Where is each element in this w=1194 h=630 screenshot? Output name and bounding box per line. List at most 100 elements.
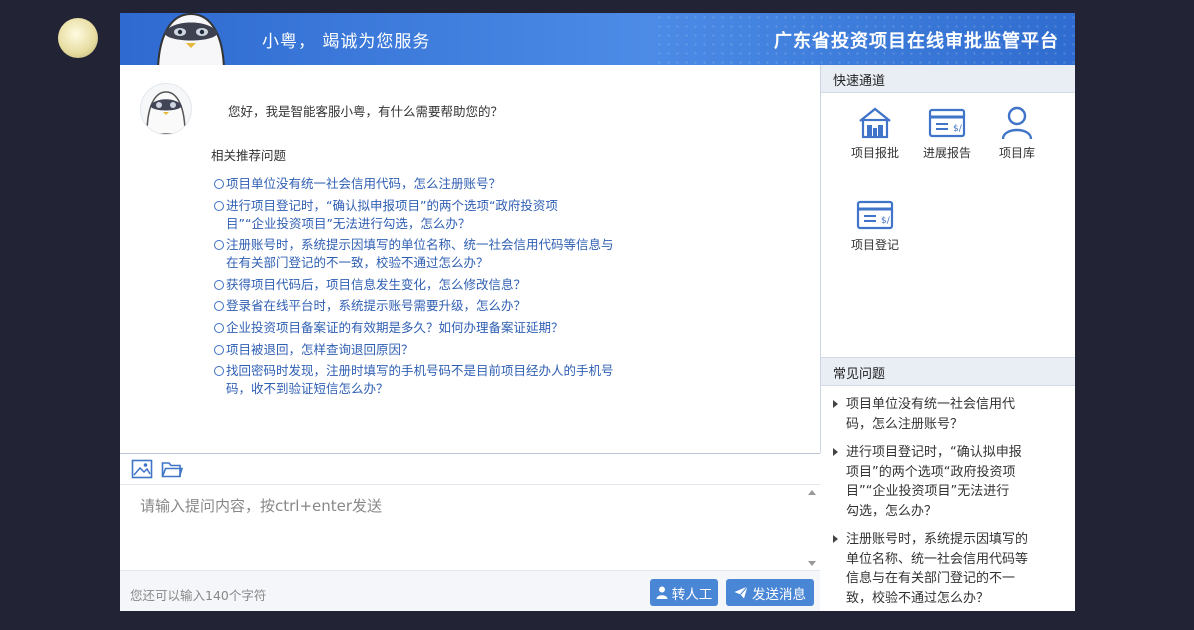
faq-item-text: 项目单位没有统一社会信用代 码，怎么注册账号？ — [846, 395, 1015, 434]
recommended-question[interactable]: 登录省在线平台时，系统提示账号需要升级，怎么办？ — [214, 297, 654, 315]
scroll-up-arrow[interactable] — [808, 490, 816, 495]
faq-item-text: 注册账号时，系统提示因填写的 单位名称、统一社会信用代码等 信息与在有关部门登记的不… — [846, 530, 1028, 608]
send-message-button[interactable]: 发送消息 — [726, 579, 814, 606]
question-line: 项目被退回，怎样查询退回原因？ — [226, 341, 414, 357]
recommended-question[interactable]: 项目单位没有统一社会信用代码，怎么注册账号？ — [214, 175, 654, 193]
recommended-question-text: 找回密码时发现，注册时填写的手机号码不是目前项目经办人的手机号 码，收不到验证短信… — [226, 362, 614, 398]
recommended-question[interactable]: 找回密码时发现，注册时填写的手机号码不是目前项目经办人的手机号 码，收不到验证短信… — [214, 362, 654, 398]
circle-bullet-icon — [214, 179, 224, 189]
question-line: 码，收不到验证短信怎么办？ — [226, 381, 389, 397]
input-scrollbar[interactable] — [806, 487, 818, 569]
input-toolbar — [120, 453, 820, 485]
user-icon — [1001, 106, 1033, 140]
customer-service-window: 小粤， 竭诚为您服务 广东省投资项目在线审批监管平台 您好，我是智能客服小粤，有… — [120, 13, 1075, 611]
bot-avatar — [140, 83, 192, 135]
faq-list: 项目单位没有统一社会信用代 码，怎么注册账号？ 进行项目登记时，“确认拟申报 项目”的… — [833, 395, 1069, 611]
message-input-area — [120, 484, 820, 571]
faq-line: 致，校验不通过怎么办？ — [846, 590, 990, 606]
mascot-icon — [157, 13, 225, 65]
quick-item-progress-report[interactable]: $/ 进展报告 — [915, 105, 979, 161]
faq-line: 进行项目登记时，“确认拟申报 — [846, 445, 1022, 460]
background-moon-decoration — [58, 18, 98, 58]
send-icon — [734, 586, 748, 599]
message-input[interactable] — [120, 485, 804, 569]
building-icon — [859, 107, 891, 139]
recommended-question-text: 获得项目代码后，项目信息发生变化，怎么修改信息？ — [226, 276, 526, 294]
header-greeting: 小粤， 竭诚为您服务 — [262, 32, 431, 52]
recommended-question-text: 项目单位没有统一社会信用代码，怎么注册账号？ — [226, 175, 501, 193]
faq-title: 常见问题 — [833, 367, 886, 382]
recommended-question-text: 项目被退回，怎样查询退回原因？ — [226, 341, 414, 359]
recommended-question-text: 注册账号时，系统提示因填写的单位名称、统一社会信用代码等信息与 在有关部门登记的不… — [226, 236, 614, 272]
quick-access-header: 快速通道 — [821, 65, 1075, 93]
faq-line: 项目”的两个选项“政府投资项 — [846, 464, 1016, 480]
faq-item[interactable]: 进行项目登记时，“确认拟申报 项目”的两个选项“政府投资项 目”“企业投资项目”无法… — [833, 443, 1069, 521]
recommended-questions: 项目单位没有统一社会信用代码，怎么注册账号？ 进行项目登记时，“确认拟申报项目”的… — [214, 175, 654, 402]
question-line: 获得项目代码后，项目信息发生变化，怎么修改信息？ — [226, 276, 527, 292]
faq-line: 码，怎么注册账号？ — [846, 416, 964, 432]
header-bar: 小粤， 竭诚为您服务 广东省投资项目在线审批监管平台 — [120, 13, 1075, 65]
question-line: 找回密码时发现，注册时填写的手机号码不是目前项目经办人的手机号 — [226, 363, 614, 379]
mascot-icon — [146, 91, 186, 134]
faq-line: 勾选，怎么办？ — [846, 503, 938, 519]
quick-item-label: 进展报告 — [922, 146, 971, 160]
quick-item-project-approval[interactable]: 项目报批 — [843, 105, 907, 161]
transfer-human-label: 转人工 — [671, 586, 713, 603]
faq-header: 常见问题 — [821, 357, 1075, 386]
circle-bullet-icon — [214, 366, 224, 377]
recommended-question[interactable]: 进行项目登记时，“确认拟申报项目”的两个选项“政府投资项 目”“企业投资项目”无法… — [214, 197, 654, 233]
quick-access-title: 快速通道 — [833, 74, 886, 89]
recommended-question[interactable]: 项目被退回，怎样查询退回原因？ — [214, 341, 654, 359]
faq-line: 单位名称、统一社会信用代码等 — [846, 551, 1029, 567]
recommended-question[interactable]: 企业投资项目备案证的有效期是多久？如何办理备案证延期？ — [214, 319, 654, 337]
scroll-down-arrow[interactable] — [808, 561, 816, 566]
circle-bullet-icon — [214, 301, 224, 312]
question-line: 注册账号时，系统提示因填写的单位名称、统一社会信用代码等信息与 — [226, 237, 614, 253]
circle-bullet-icon — [214, 279, 224, 290]
folder-icon[interactable] — [161, 459, 183, 479]
card-icon: $/ — [928, 108, 966, 138]
question-line: 目”“企业投资项目”无法进行勾选，怎么办？ — [226, 215, 471, 231]
triangle-right-icon — [833, 448, 838, 456]
circle-bullet-icon — [214, 344, 224, 355]
quick-item-project-library[interactable]: 项目库 — [985, 105, 1049, 161]
recommended-question[interactable]: 注册账号时，系统提示因填写的单位名称、统一社会信用代码等信息与 在有关部门登记的不… — [214, 236, 654, 272]
recommended-question-text: 登录省在线平台时，系统提示账号需要升级，怎么办？ — [226, 297, 526, 315]
recommend-title: 相关推荐问题 — [211, 148, 287, 163]
question-line: 企业投资项目备案证的有效期是多久？如何办理备案证延期？ — [226, 319, 564, 335]
faq-line: 注册账号时，系统提示因填写的 — [846, 532, 1029, 547]
quick-item-label: 项目登记 — [850, 238, 899, 252]
recommended-question-text: 企业投资项目备案证的有效期是多久？如何办理备案证延期？ — [226, 319, 564, 337]
question-line: 进行项目登记时，“确认拟申报项目”的两个选项“政府投资项 — [226, 197, 558, 213]
svg-text:$/: $/ — [953, 124, 963, 134]
input-footer: 您还可以输入140个字符 转人工 发送消息 — [120, 570, 820, 611]
user-icon — [656, 586, 668, 599]
platform-title: 广东省投资项目在线审批监管平台 — [774, 31, 1059, 52]
triangle-right-icon — [833, 400, 838, 408]
quick-item-project-registration[interactable]: $/ 项目登记 — [843, 197, 907, 253]
recommended-question-text: 进行项目登记时，“确认拟申报项目”的两个选项“政府投资项 目”“企业投资项目”无法… — [226, 197, 558, 233]
welcome-message: 您好，我是智能客服小粤，有什么需要帮助您的？ — [228, 104, 504, 119]
faq-line: 项目单位没有统一社会信用代 — [846, 397, 1016, 412]
faq-item[interactable]: 项目单位没有统一社会信用代 码，怎么注册账号？ — [833, 395, 1069, 434]
quick-item-label: 项目报批 — [850, 146, 899, 160]
chat-panel: 您好，我是智能客服小粤，有什么需要帮助您的？ 相关推荐问题 项目单位没有统一社会… — [120, 65, 821, 453]
faq-item-text: 进行项目登记时，“确认拟申报 项目”的两个选项“政府投资项 目”“企业投资项目”无法… — [846, 443, 1022, 521]
char-count: 您还可以输入140个字符 — [130, 588, 267, 603]
circle-bullet-icon — [214, 200, 224, 211]
svg-text:$/: $/ — [881, 216, 891, 226]
faq-line: 目”“企业投资项目”无法进行 — [846, 484, 1010, 499]
faq-line: 信息与在有关部门登记的不一 — [846, 571, 1016, 586]
send-message-label: 发送消息 — [752, 586, 806, 603]
faq-item[interactable]: 注册账号时，系统提示因填写的 单位名称、统一社会信用代码等 信息与在有关部门登记的不… — [833, 530, 1069, 608]
triangle-right-icon — [833, 535, 838, 543]
quick-item-label: 项目库 — [998, 146, 1035, 160]
transfer-human-button[interactable]: 转人工 — [650, 579, 718, 606]
recommended-question[interactable]: 获得项目代码后，项目信息发生变化，怎么修改信息？ — [214, 276, 654, 294]
question-line: 在有关部门登记的不一致，校验不通过怎么办？ — [226, 255, 489, 271]
right-sidebar: 快速通道 项目报批 $/ 进展报告 项目库 $/ 项目登记 常见问题 项目单位没… — [821, 65, 1075, 611]
image-icon[interactable] — [131, 459, 153, 479]
card-icon: $/ — [856, 200, 894, 230]
circle-bullet-icon — [214, 322, 224, 333]
question-line: 登录省在线平台时，系统提示账号需要升级，怎么办？ — [226, 298, 527, 314]
